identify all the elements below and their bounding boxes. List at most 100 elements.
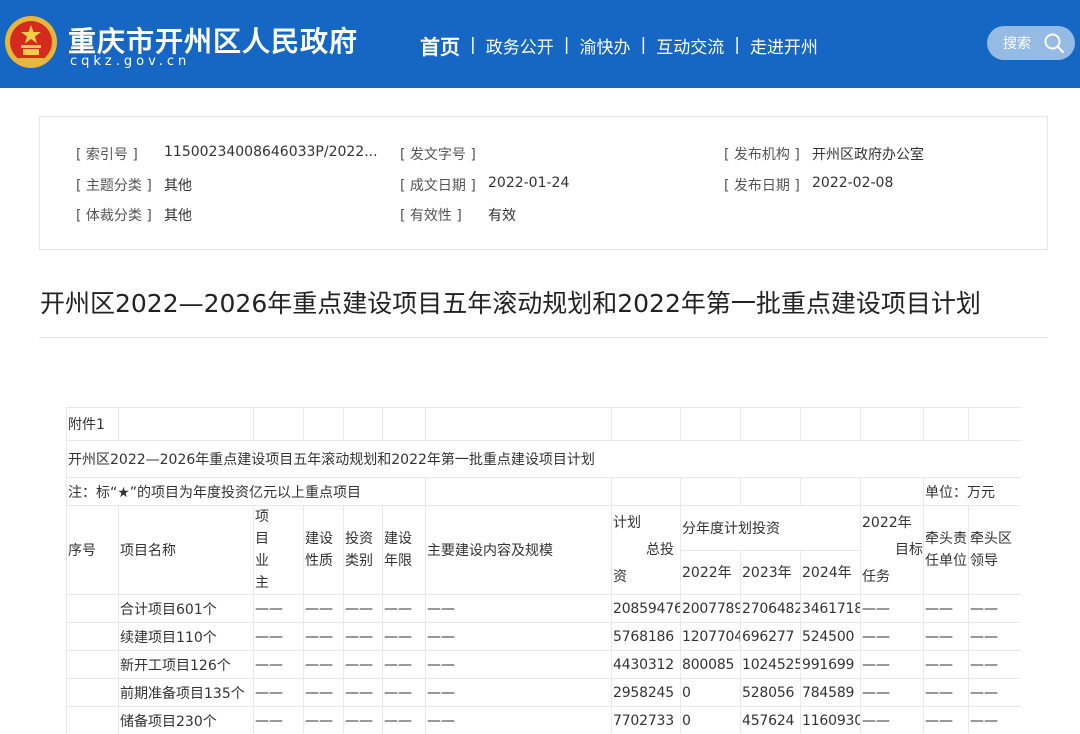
- meta-topic-label: [ 主题分类 ]: [76, 178, 152, 194]
- nav-gov-affairs[interactable]: 政务公开: [486, 33, 554, 58]
- nav-interaction[interactable]: 互动交流: [656, 33, 724, 58]
- row-cell-dash: ——: [253, 650, 304, 679]
- table-row-title: 开州区2022—2026年重点建设项目五年滚动规划和2022年第一批重点建设项目…: [66, 440, 1021, 478]
- row-cell-dash: ——: [303, 622, 344, 651]
- row-y2022: 0: [680, 678, 741, 707]
- meta-genre-label: [ 体裁分类 ]: [76, 208, 152, 224]
- row-cell-dash: ——: [968, 678, 1021, 707]
- search-button[interactable]: 搜索: [987, 26, 1075, 60]
- row-cell-dash: ——: [343, 650, 383, 679]
- attachment-label: 附件1: [66, 407, 119, 441]
- row-cell-dash: ——: [343, 706, 383, 734]
- nav-separator: |: [734, 35, 740, 55]
- table-row-note: 注：标“★”的项目为年度投资亿元以上重点项目 单位：万元: [66, 477, 1021, 506]
- row-total: 2958245: [611, 678, 681, 707]
- row-total: 5768186: [611, 622, 681, 651]
- site-domain: cqkz.gov.cn: [70, 54, 191, 69]
- row-cell-dash: ——: [303, 594, 344, 623]
- meta-genre-value: 其他: [164, 208, 192, 224]
- row-cell-dash: ——: [425, 650, 612, 679]
- row-y2023: 2706482: [740, 594, 801, 623]
- table-row: 合计项目601个 —— —— —— —— —— 20859476 2007789…: [66, 594, 1021, 623]
- row-cell-dash: ——: [382, 622, 426, 651]
- row-cell-dash: ——: [343, 594, 383, 623]
- table-unit: 单位：万元: [923, 477, 1021, 506]
- row-cell-dash: ——: [382, 650, 426, 679]
- header-target-line3: 任务: [862, 568, 890, 585]
- header-annual: 分年度计划投资: [680, 505, 861, 551]
- meta-pub-date-value: 2022-02-08: [812, 175, 894, 191]
- search-label: 搜索: [1003, 36, 1031, 52]
- row-cell-dash: ——: [303, 706, 344, 734]
- header-content: 主要建设内容及规模: [425, 505, 612, 595]
- header-y2024: 2024年: [800, 549, 861, 595]
- document-meta-box: [ 索引号 ] 11500234008646033P/2022... [ 发文字…: [39, 116, 1048, 250]
- row-cell-dash: ——: [382, 678, 426, 707]
- nav-yukuaiban[interactable]: 渝快办: [579, 33, 630, 58]
- row-cell-dash: ——: [425, 706, 612, 734]
- row-name: 储备项目230个: [118, 706, 254, 734]
- row-cell-dash: ——: [860, 650, 924, 679]
- meta-index-label: [ 索引号 ]: [76, 147, 138, 163]
- row-cell-dash: ——: [253, 622, 304, 651]
- row-cell-dash: ——: [923, 678, 969, 707]
- row-name: 新开工项目126个: [118, 650, 254, 679]
- table-title: 开州区2022—2026年重点建设项目五年滚动规划和2022年第一批重点建设项目…: [66, 440, 1021, 478]
- row-total: 7702733: [611, 706, 681, 734]
- nav-separator: |: [563, 35, 570, 55]
- row-y2024: 991699: [800, 650, 861, 679]
- row-cell-dash: ——: [860, 706, 924, 734]
- row-cell-dash: ——: [303, 650, 344, 679]
- row-y2024: 3461718: [800, 594, 861, 623]
- meta-written-value: 2022-01-24: [488, 175, 570, 191]
- meta-pub-date-label: [ 发布日期 ]: [724, 178, 800, 194]
- meta-doc-no-label: [ 发文字号 ]: [400, 147, 476, 163]
- table-row: 储备项目230个 —— —— —— —— —— 7702733 0 457624…: [66, 706, 1021, 734]
- header-name: 项目名称: [118, 505, 254, 595]
- header-target-line2: 目标: [895, 541, 923, 558]
- row-y2023: 528056: [740, 678, 801, 707]
- row-cell-dash: ——: [382, 594, 426, 623]
- row-name: 续建项目110个: [118, 622, 254, 651]
- row-y2024: 784589: [800, 678, 861, 707]
- row-cell-dash: ——: [968, 650, 1021, 679]
- header-target: 2022年 目标 任务: [860, 505, 924, 595]
- nav-separator: |: [640, 35, 647, 55]
- page-title: 开州区2022—2026年重点建设项目五年滚动规划和2022年第一批重点建设项目…: [40, 289, 981, 318]
- row-total: 4430312: [611, 650, 681, 679]
- nav-home[interactable]: 首页: [420, 31, 460, 60]
- row-cell-dash: ——: [860, 678, 924, 707]
- row-cell-dash: ——: [923, 650, 969, 679]
- row-cell-dash: ——: [923, 594, 969, 623]
- header-lead-leader: 牵头区领导: [968, 505, 1021, 595]
- meta-publisher-value: 开州区政府办公室: [812, 147, 924, 163]
- row-cell-dash: ——: [968, 622, 1021, 651]
- row-cell-dash: ——: [343, 622, 383, 651]
- header-seq: 序号: [66, 505, 119, 595]
- header-plan-total-line3: 资: [613, 568, 627, 585]
- header-target-line1: 2022年: [862, 514, 912, 531]
- header-owner: 项目业主: [253, 505, 304, 595]
- row-y2022: 2007789: [680, 594, 741, 623]
- table-row-attachment: 附件1: [66, 407, 1021, 441]
- row-y2022: 1207704: [680, 622, 741, 651]
- row-cell-dash: ——: [860, 594, 924, 623]
- nav-about-kaizhou[interactable]: 走进开州: [750, 33, 818, 58]
- table-header-row: 序号 项目名称 项目业主 建设性质 投资类别 建设年限 主要建设内容及规模 计划…: [66, 505, 1021, 595]
- row-y2024: 1160930: [800, 706, 861, 734]
- meta-topic-value: 其他: [164, 178, 192, 194]
- header-y2023: 2023年: [740, 549, 801, 595]
- row-cell-dash: ——: [253, 706, 304, 734]
- row-y2023: 457624: [740, 706, 801, 734]
- row-cell-dash: ——: [425, 622, 612, 651]
- site-header: 重庆市开州区人民政府 cqkz.gov.cn 首页 | 政务公开 | 渝快办 |…: [0, 0, 1080, 88]
- table-row: 续建项目110个 —— —— —— —— —— 5768186 1207704 …: [66, 622, 1021, 651]
- national-emblem-icon[interactable]: [4, 14, 58, 70]
- header-plan-total: 计划 总投 资: [611, 505, 681, 595]
- nav-separator: |: [470, 35, 476, 55]
- header-plan-total-line2: 总投: [646, 541, 674, 558]
- row-cell-dash: ——: [968, 594, 1021, 623]
- row-y2022: 0: [680, 706, 741, 734]
- row-y2023: 696277: [740, 622, 801, 651]
- row-cell-dash: ——: [968, 706, 1021, 734]
